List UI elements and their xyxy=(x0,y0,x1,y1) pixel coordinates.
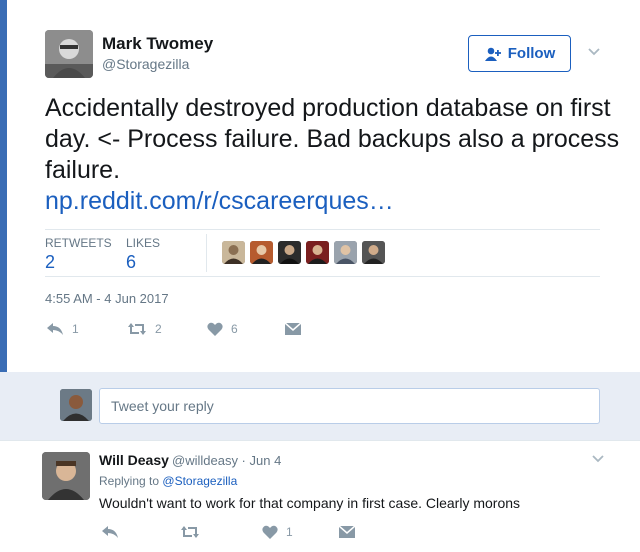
author-avatar[interactable] xyxy=(45,30,93,78)
liker-avatar[interactable] xyxy=(250,241,273,264)
retweet-count: 2 xyxy=(155,322,162,336)
replying-to: Replying to @Storagezilla xyxy=(99,474,237,488)
tweet-timestamp[interactable]: 4:55 AM - 4 Jun 2017 xyxy=(45,291,169,306)
author-handle[interactable]: @Storagezilla xyxy=(102,56,189,72)
heart-icon xyxy=(207,322,223,336)
liker-avatar[interactable] xyxy=(362,241,385,264)
tweet-text: Accidentally destroyed production databa… xyxy=(45,93,620,217)
reply-button[interactable]: 1 xyxy=(46,322,79,336)
reply-author-meta[interactable]: @willdeasy · Jun 4 xyxy=(172,453,281,468)
person-add-icon xyxy=(484,47,502,61)
tweet-link[interactable]: np.reddit.com/r/cscareerques… xyxy=(45,186,620,217)
reply-message-button[interactable] xyxy=(339,525,355,539)
message-icon xyxy=(339,525,355,539)
follow-label: Follow xyxy=(507,45,556,62)
liker-avatar[interactable] xyxy=(334,241,357,264)
reply-author-name[interactable]: Will Deasy xyxy=(99,452,169,468)
reply-reply-button[interactable] xyxy=(101,525,119,539)
message-icon xyxy=(285,322,301,336)
author-name[interactable]: Mark Twomey xyxy=(102,34,213,54)
reply-icon xyxy=(101,525,119,539)
tweet-page: Mark Twomey @Storagezilla Follow Acciden… xyxy=(0,0,640,552)
divider xyxy=(45,229,600,230)
reply-text: Wouldn't want to work for that company i… xyxy=(99,495,521,511)
reply-like-count: 1 xyxy=(286,525,293,539)
liker-avatar[interactable] xyxy=(222,241,245,264)
replying-to-prefix: Replying to xyxy=(99,474,160,488)
reply-retweet-button[interactable] xyxy=(180,525,200,539)
chevron-down-icon[interactable] xyxy=(588,46,600,58)
retweet-icon xyxy=(127,322,147,336)
liker-avatar[interactable] xyxy=(278,241,301,264)
like-button[interactable]: 6 xyxy=(207,322,238,336)
retweets-label: RETWEETS xyxy=(45,236,112,250)
retweet-icon xyxy=(180,525,200,539)
replying-to-handle[interactable]: @Storagezilla xyxy=(162,474,237,488)
reply-count: 1 xyxy=(72,322,79,336)
likes-label: LIKES xyxy=(126,236,161,250)
divider xyxy=(45,276,600,277)
retweets-count[interactable]: 2 xyxy=(45,252,55,273)
current-user-avatar xyxy=(60,389,92,421)
tweet-body: Accidentally destroyed production databa… xyxy=(45,94,620,184)
likers-facepile xyxy=(222,241,385,264)
reply-like-button[interactable]: 1 xyxy=(262,525,293,539)
chevron-down-icon[interactable] xyxy=(592,453,604,465)
stats-separator xyxy=(206,234,207,272)
reply-input[interactable]: Tweet your reply xyxy=(99,388,600,424)
reply-author-avatar[interactable] xyxy=(42,452,90,500)
liker-avatar[interactable] xyxy=(306,241,329,264)
like-count: 6 xyxy=(231,322,238,336)
retweet-button[interactable]: 2 xyxy=(127,322,162,336)
reply-icon xyxy=(46,322,64,336)
divider xyxy=(0,440,640,441)
heart-icon xyxy=(262,525,278,539)
follow-button[interactable]: Follow xyxy=(468,35,571,72)
likes-count[interactable]: 6 xyxy=(126,252,136,273)
direct-message-button[interactable] xyxy=(285,322,301,336)
